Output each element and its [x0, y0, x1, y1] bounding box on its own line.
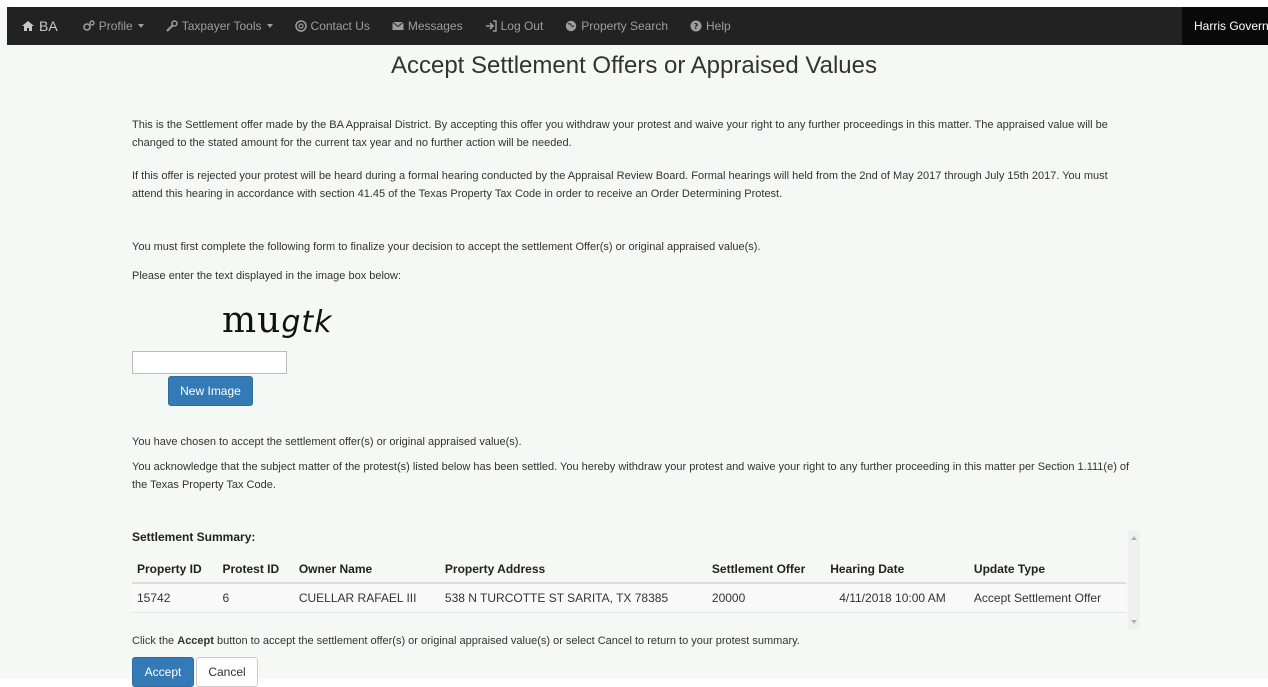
home-icon	[22, 21, 34, 31]
cancel-button[interactable]: Cancel	[196, 657, 258, 687]
nav-taxpayer-tools[interactable]: Taxpayer Tools	[155, 7, 284, 45]
globe-icon	[566, 20, 577, 32]
cell-hearing-date: 4/11/2018 10:00 AM	[825, 583, 969, 613]
table-row: 15742 6 CUELLAR RAFAEL III 538 N TURCOTT…	[132, 583, 1126, 613]
col-property-id: Property ID	[132, 556, 218, 584]
nav-help[interactable]: ? Help	[679, 7, 742, 45]
nav-account-label: Harris Govern	[1194, 19, 1268, 33]
cell-property-address: 538 N TURCOTTE ST SARITA, TX 78385	[439, 583, 707, 613]
cell-settlement-offer: 20000	[706, 583, 826, 613]
top-strip	[0, 0, 1268, 7]
nav-log-out-label: Log Out	[500, 19, 544, 33]
cogs-icon	[82, 20, 95, 31]
nav-contact-us-label: Contact Us	[310, 19, 370, 33]
nav-taxpayer-tools-label: Taxpayer Tools	[181, 19, 262, 33]
question-icon: ?	[690, 20, 702, 32]
nav-profile[interactable]: Profile	[72, 7, 155, 45]
scroll-up-icon[interactable]	[1131, 536, 1137, 540]
col-protest-id: Protest ID	[217, 556, 294, 584]
captcha-image: mugtk	[222, 300, 333, 341]
accept-button[interactable]: Accept	[132, 657, 194, 687]
new-image-button[interactable]: New Image	[168, 376, 253, 406]
cell-update-type: Accept Settlement Offer	[968, 583, 1126, 613]
wrench-icon	[165, 20, 178, 32]
col-update-type: Update Type	[968, 556, 1126, 584]
nav-messages[interactable]: Messages	[381, 7, 474, 45]
captcha-prompt: Please enter the text displayed in the i…	[132, 270, 402, 282]
nav-messages-label: Messages	[407, 19, 463, 33]
logout-icon	[485, 20, 497, 32]
table-header-row: Property ID Protest ID Owner Name Proper…	[132, 556, 1126, 584]
form-instruction-text: You must first complete the following fo…	[132, 241, 761, 253]
summary-scrollbar[interactable]	[1128, 530, 1140, 630]
nav-help-label: Help	[706, 19, 731, 33]
rejection-info-text: If this offer is rejected your protest w…	[132, 170, 1108, 200]
summary-heading: Settlement Summary:	[132, 530, 256, 544]
nav-property-search[interactable]: Property Search	[554, 7, 679, 45]
svg-text:?: ?	[694, 22, 699, 31]
col-settlement-offer: Settlement Offer	[706, 556, 826, 584]
accept-instruction-post: button to accept the settlement offer(s)…	[213, 635, 800, 647]
lifesaver-icon	[294, 20, 307, 32]
nav-account[interactable]: Harris Govern	[1182, 7, 1268, 45]
page-title: Accept Settlement Offers or Appraised Va…	[390, 52, 878, 79]
cell-owner-name: CUELLAR RAFAEL III	[293, 583, 440, 613]
scroll-down-icon[interactable]	[1131, 620, 1137, 624]
nav-profile-label: Profile	[98, 19, 133, 33]
col-owner-name: Owner Name	[293, 556, 440, 584]
settlement-intro-text: This is the Settlement offer made by the…	[132, 119, 1108, 149]
captcha-text-a: mu	[222, 300, 282, 341]
envelope-icon	[392, 21, 404, 30]
cell-protest-id: 6	[217, 583, 294, 613]
brand-label: BA	[39, 18, 58, 34]
accept-instruction-bold: Accept	[177, 635, 214, 647]
nav-property-search-label: Property Search	[581, 19, 669, 33]
captcha-text-b: gtk	[281, 305, 333, 340]
navbar: BA Profile Taxpayer Tools Contact Us Mes…	[7, 7, 1268, 45]
col-property-address: Property Address	[439, 556, 707, 584]
chevron-down-icon	[266, 24, 273, 28]
nav-log-out[interactable]: Log Out	[474, 7, 555, 45]
settlement-summary: Settlement Summary: Property ID Protest …	[132, 530, 1140, 630]
page-frame: BA Profile Taxpayer Tools Contact Us Mes…	[0, 0, 1268, 687]
chevron-down-icon	[137, 24, 144, 28]
summary-table: Property ID Protest ID Owner Name Proper…	[132, 556, 1126, 613]
nav-contact-us[interactable]: Contact Us	[284, 7, 381, 45]
brand-link[interactable]: BA	[7, 7, 72, 45]
acknowledge-text: You acknowledge that the subject matter …	[132, 461, 1130, 491]
chosen-text: You have chosen to accept the settlement…	[132, 436, 522, 448]
accept-instruction: Click the Accept button to accept the se…	[132, 632, 1132, 650]
col-hearing-date: Hearing Date	[825, 556, 969, 584]
captcha-input[interactable]	[132, 351, 287, 374]
accept-instruction-pre: Click the	[132, 635, 178, 647]
cell-property-id: 15742	[132, 583, 218, 613]
